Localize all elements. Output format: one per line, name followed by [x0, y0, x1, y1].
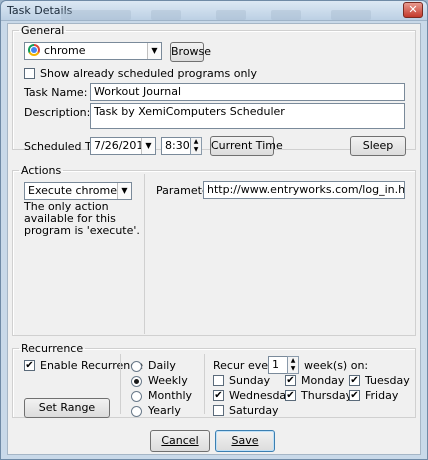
show-scheduled-checkbox[interactable]: [24, 68, 35, 79]
day-friday-label: Friday: [365, 389, 399, 402]
spin-down-icon[interactable]: ▼: [288, 365, 298, 373]
radio-yearly[interactable]: [131, 406, 142, 417]
program-dropdown[interactable]: chrome ▼: [24, 42, 162, 60]
calendar-dropdown-icon: ▼: [141, 138, 155, 154]
chevron-down-icon: ▼: [147, 43, 161, 59]
background-blur: [151, 10, 181, 20]
time-input[interactable]: 8:30: [161, 137, 191, 155]
time-spinner[interactable]: ▲ ▼: [190, 137, 202, 155]
background-blur: [331, 10, 371, 20]
task-name-input[interactable]: Workout Journal: [90, 83, 405, 101]
checkmark-icon: ✔: [350, 375, 359, 386]
spin-up-icon[interactable]: ▲: [288, 357, 298, 365]
radio-monthly-label: Monthly: [148, 389, 193, 402]
recurrence-divider: [204, 354, 205, 414]
radio-monthly[interactable]: [131, 391, 142, 402]
general-legend: General: [21, 24, 65, 37]
day-monday-checkbox[interactable]: ✔: [285, 375, 296, 386]
title-bar[interactable]: Task Details ✕: [1, 1, 427, 21]
day-monday-label: Monday: [301, 374, 345, 387]
background-blur: [61, 10, 131, 20]
actions-divider: [144, 174, 145, 334]
background-blur: [271, 10, 301, 20]
radio-daily-label: Daily: [148, 359, 176, 372]
background-blur: [216, 10, 246, 20]
day-tuesday-label: Tuesday: [365, 374, 410, 387]
checkmark-icon: ✔: [350, 390, 359, 401]
chrome-icon: [28, 44, 40, 56]
show-scheduled-label: Show already scheduled programs only: [40, 67, 257, 80]
action-dropdown[interactable]: Execute chrome.exe ▼: [24, 182, 132, 200]
date-picker[interactable]: 7/26/2012 ▼: [90, 137, 156, 155]
sleep-button[interactable]: Sleep: [350, 136, 406, 156]
cancel-button[interactable]: Cancel: [150, 430, 210, 452]
radio-weekly[interactable]: [131, 376, 142, 387]
recurrence-divider: [120, 354, 121, 414]
checkmark-icon: ✔: [214, 390, 223, 401]
radio-weekly-label: Weekly: [148, 374, 188, 387]
radio-yearly-label: Yearly: [148, 404, 181, 417]
recur-every-input[interactable]: 1: [268, 356, 288, 374]
task-details-window: Task Details ✕ General chrome ▼ Browse S…: [0, 0, 428, 460]
day-sunday-checkbox[interactable]: [213, 375, 224, 386]
close-button[interactable]: ✕: [403, 2, 423, 18]
browse-button[interactable]: Browse: [170, 42, 211, 62]
spin-down-icon[interactable]: ▼: [191, 146, 201, 154]
day-friday-checkbox[interactable]: ✔: [349, 390, 360, 401]
enable-recurrence-label: Enable Recurrence: [40, 359, 144, 372]
checkmark-icon: ✔: [286, 375, 295, 386]
day-saturday-label: Saturday: [229, 404, 279, 417]
day-wednesday-label: Wednesday: [229, 389, 293, 402]
radio-daily[interactable]: [131, 361, 142, 372]
chevron-down-icon: ▼: [117, 183, 131, 199]
action-note: The only action available for this progr…: [24, 200, 140, 237]
recurrence-legend: Recurrence: [21, 342, 84, 355]
spin-up-icon[interactable]: ▲: [191, 138, 201, 146]
recur-every-spinner[interactable]: ▲ ▼: [287, 356, 299, 374]
checkmark-icon: ✔: [286, 390, 295, 401]
day-sunday-label: Sunday: [229, 374, 271, 387]
parameters-input[interactable]: http://www.entryworks.com/log_in.html?Lo…: [203, 181, 405, 199]
set-range-button[interactable]: Set Range: [24, 398, 110, 418]
enable-recurrence-checkbox[interactable]: ✔: [24, 360, 35, 371]
actions-legend: Actions: [21, 164, 62, 177]
dialog-body: General chrome ▼ Browse Show already sch…: [7, 23, 421, 455]
description-label: Description:: [24, 106, 91, 119]
save-button[interactable]: Save: [215, 430, 275, 452]
day-wednesday-checkbox[interactable]: ✔: [213, 390, 224, 401]
current-time-button[interactable]: Current Time: [210, 136, 283, 156]
day-saturday-checkbox[interactable]: [213, 405, 224, 416]
weeks-on-label: week(s) on:: [304, 359, 369, 372]
day-thursday-checkbox[interactable]: ✔: [285, 390, 296, 401]
day-thursday-label: Thursday: [301, 389, 353, 402]
program-value: chrome: [44, 44, 86, 57]
checkmark-icon: ✔: [25, 360, 34, 371]
task-name-label: Task Name:: [24, 86, 88, 99]
description-input[interactable]: Task by XemiComputers Scheduler: [90, 103, 405, 129]
day-tuesday-checkbox[interactable]: ✔: [349, 375, 360, 386]
